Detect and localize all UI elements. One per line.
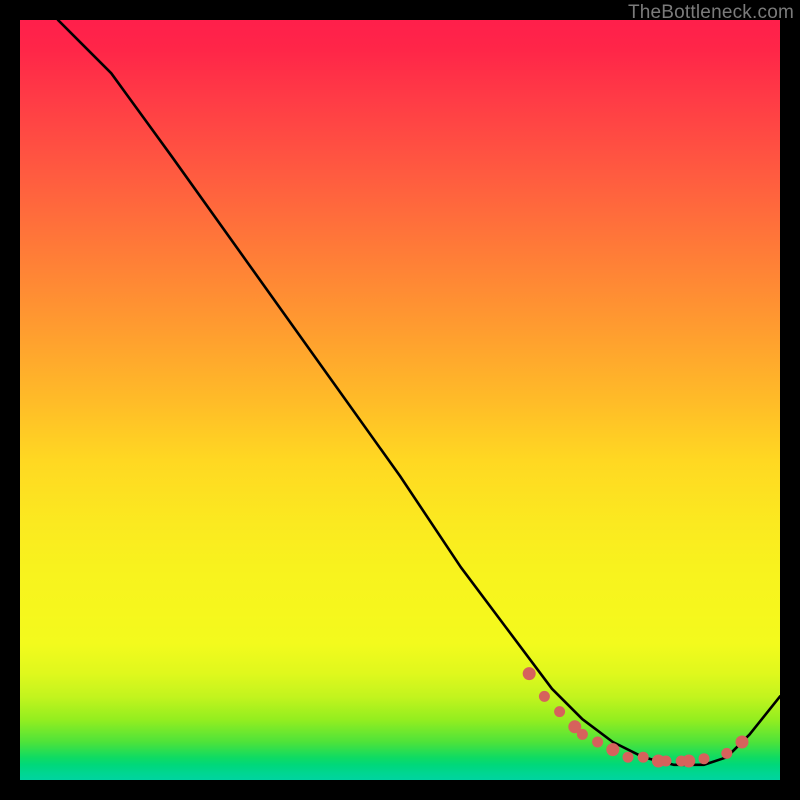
curve-layer [20, 20, 780, 780]
highlight-dot [592, 737, 603, 748]
chart-container: TheBottleneck.com [0, 0, 800, 800]
highlight-dot [699, 753, 710, 764]
highlight-dot [539, 691, 550, 702]
highlight-dot [523, 667, 536, 680]
watermark-text: TheBottleneck.com [628, 2, 794, 24]
plot-area [20, 20, 780, 780]
highlight-dot [554, 706, 565, 717]
highlight-dot [623, 752, 634, 763]
highlight-dot [721, 748, 732, 759]
highlight-dot [606, 743, 619, 756]
highlight-dot [676, 756, 687, 767]
highlight-dot [577, 729, 588, 740]
highlight-dot [638, 752, 649, 763]
highlight-dots [523, 667, 749, 767]
highlight-dot [661, 756, 672, 767]
highlight-dot [682, 755, 695, 768]
highlight-dot [736, 736, 749, 749]
highlight-dot [568, 720, 581, 733]
dots-layer [20, 20, 780, 780]
highlight-dot [652, 755, 665, 768]
bottleneck-curve [58, 20, 780, 765]
